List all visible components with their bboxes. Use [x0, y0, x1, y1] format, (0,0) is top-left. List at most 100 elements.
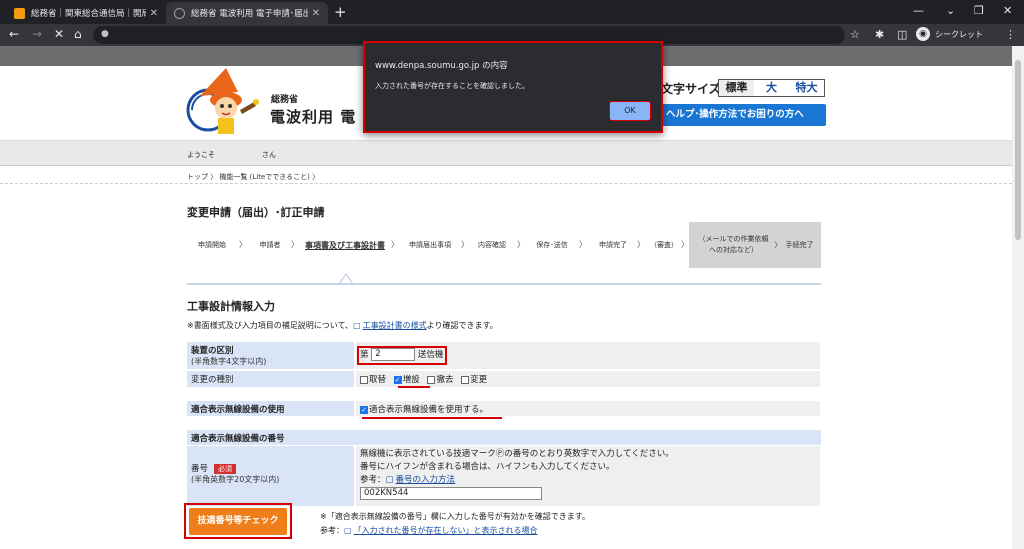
conform-use-cell: ✓ 適合表示無線設備を使用する。 [356, 401, 820, 416]
external-window-icon: ▢ [385, 475, 394, 485]
number-help: の番号のとおり英数字で入力してください。 [504, 449, 674, 459]
help-button[interactable]: ヘルプ･操作方法でお困りの方へ [660, 104, 826, 126]
checkbox[interactable] [360, 375, 368, 384]
scrollbar-thumb[interactable] [1015, 60, 1021, 240]
divider [187, 283, 821, 285]
incognito-indicator[interactable]: ◉ シークレット [916, 27, 983, 41]
ref-prefix: 参考： [360, 475, 386, 485]
highlight-underline [398, 386, 430, 388]
external-window-icon: ▢ [353, 321, 361, 330]
number-value-cell: 無線機に表示されている技適マークⓅの番号のとおり英数字で入力してください。 番号… [356, 446, 820, 506]
ministry-name: 総務省 [271, 95, 299, 105]
font-size-label: 文字サイズ [661, 82, 721, 96]
font-size-switcher: 標準 大 特大 [718, 79, 825, 97]
number-input-method-link[interactable]: 番号の入力方法 [396, 475, 456, 485]
change-options: 取替 ✓ 増設 撤去 変更 [356, 371, 820, 387]
chevron-right-icon: 〉 [239, 240, 247, 249]
back-icon[interactable]: ← [9, 27, 19, 41]
footer-ref: 参考：▢ 「入力された番号が存在しない」と表示される場合 [320, 525, 538, 536]
step-item-current: 事項書及び工事設計書 [305, 240, 385, 250]
number-help: 無線機に表示されている技適マーク [360, 449, 496, 459]
giteki-mark-icon: Ⓟ [495, 449, 505, 459]
font-size-large[interactable]: 大 [754, 80, 789, 96]
menu-icon[interactable]: ⋮ [1005, 28, 1016, 41]
giteki-check-button[interactable]: 技適番号等チェック [189, 508, 287, 535]
option-label: 増設 [402, 375, 420, 385]
change-option-add[interactable]: ✓ 増設 [393, 375, 420, 385]
note-text: より確認できます。 [426, 321, 498, 330]
step-item: 申請者 [259, 241, 281, 249]
form-format-link[interactable]: 工事設計書の様式 [363, 321, 427, 330]
restore-icon[interactable]: ❐ [974, 4, 984, 17]
required-badge: 必須 [214, 464, 237, 474]
change-option-modify[interactable]: 変更 [461, 375, 487, 385]
home-icon[interactable]: ⌂ [74, 27, 82, 41]
welcome-bar: ようこそ さん [0, 140, 1012, 166]
number-sub: (半角英数字20文字以内) [191, 475, 280, 484]
chevron-right-icon: 〉 [391, 240, 399, 249]
conform-number-section: 適合表示無線設備の番号 [187, 430, 821, 445]
number-help: 番号にハイフンが含まれる場合は、ハイフンも入力してください。 [360, 462, 615, 472]
font-size-standard[interactable]: 標準 [719, 80, 754, 96]
site-favicon-icon [14, 7, 25, 19]
change-option-replace[interactable]: 取替 [360, 375, 386, 385]
breadcrumb[interactable]: トップ 〉 機能一覧 (Liteでできること) 〉 [187, 172, 319, 182]
extensions-icon[interactable]: ✱ [875, 28, 884, 41]
site-title: 電波利用 電 [270, 108, 357, 126]
external-window-icon: ▢ [344, 526, 352, 535]
device-label: 装置の区別 [191, 346, 234, 356]
forward-icon[interactable]: → [32, 27, 42, 41]
ref-prefix: 参考： [320, 526, 344, 535]
step-item: （メールでの作業依頼への対応など） [698, 235, 769, 254]
browser-tab-2[interactable]: 総務省 電波利用 電子申請･届出: ✕ [166, 2, 328, 24]
footer-note: ※「適合表示無線設備の番号」欄に入力した番号が有効かを確認できます。 [320, 512, 590, 521]
minimize-icon[interactable]: — [913, 4, 924, 17]
number-not-exist-link[interactable]: 「入力された番号が存在しない」と表示される場合 [354, 526, 538, 535]
change-option-remove[interactable]: 撤去 [427, 375, 453, 385]
checkbox-checked[interactable]: ✓ [360, 405, 368, 414]
new-tab-icon[interactable]: + [334, 3, 347, 21]
checkbox-checked[interactable]: ✓ [393, 375, 402, 384]
form-note: ※書面様式及び入力項目の補足説明について、▢ 工事設計書の様式より確認できます。 [187, 320, 498, 331]
checkbox[interactable] [461, 375, 470, 384]
change-label: 変更の種別 [187, 371, 354, 387]
mascot-logo-icon [186, 68, 259, 134]
option-label: 取替 [369, 375, 387, 385]
page-title: 変更申請（届出）･訂正申請 [187, 206, 325, 219]
stop-icon[interactable]: ✕ [54, 27, 64, 41]
chevron-right-icon: 〉 [774, 240, 782, 249]
chevron-right-icon: 〉 [291, 240, 299, 249]
step-item: 申請開始 [198, 241, 226, 249]
checkbox[interactable] [427, 375, 436, 384]
option-label: 変更 [470, 375, 488, 385]
close-window-icon[interactable]: ✕ [1003, 4, 1012, 17]
close-tab-icon[interactable]: ✕ [150, 8, 158, 19]
step-item: （審査） [650, 241, 678, 249]
dialog-ok-button[interactable]: OK [609, 101, 651, 121]
number-label-cell: 番号 必須 (半角英数字20文字以内) [187, 446, 354, 506]
tab-strip: 総務省｜関東総合通信局｜開局・ ✕ 総務省 電波利用 電子申請･届出: ✕ + … [0, 0, 1024, 24]
conform-use-label: 適合表示無線設備の使用 [187, 401, 354, 416]
incognito-label: シークレット [935, 29, 983, 39]
number-input[interactable]: 002KN544 [360, 487, 542, 500]
step-item: 内容確認 [478, 241, 506, 249]
browser-tab-1[interactable]: 総務省｜関東総合通信局｜開局・ ✕ [6, 2, 166, 24]
welcome-suffix: さん [262, 151, 276, 159]
scrollbar[interactable] [1012, 46, 1024, 549]
chevron-right-icon: 〉 [517, 240, 525, 249]
lock-icon: ● [101, 29, 109, 39]
highlight-box [357, 346, 447, 365]
close-tab-icon[interactable]: ✕ [312, 8, 320, 19]
welcome-text: ようこそ [187, 151, 215, 159]
step-item: 申請完了 [599, 241, 627, 249]
divider [0, 183, 1012, 184]
conform-use-option[interactable]: 適合表示無線設備を使用する。 [369, 405, 488, 415]
star-icon[interactable]: ☆ [850, 28, 860, 41]
chevron-down-icon[interactable]: ⌄ [946, 4, 955, 17]
option-label: 撤去 [436, 375, 454, 385]
font-size-xlarge[interactable]: 特大 [789, 80, 824, 96]
section-title: 工事設計情報入力 [187, 300, 275, 313]
tab-title: 総務省｜関東総合通信局｜開局・ [31, 9, 146, 19]
sidepanel-icon[interactable]: ◫ [897, 28, 907, 41]
chevron-right-icon: 〉 [637, 240, 645, 249]
